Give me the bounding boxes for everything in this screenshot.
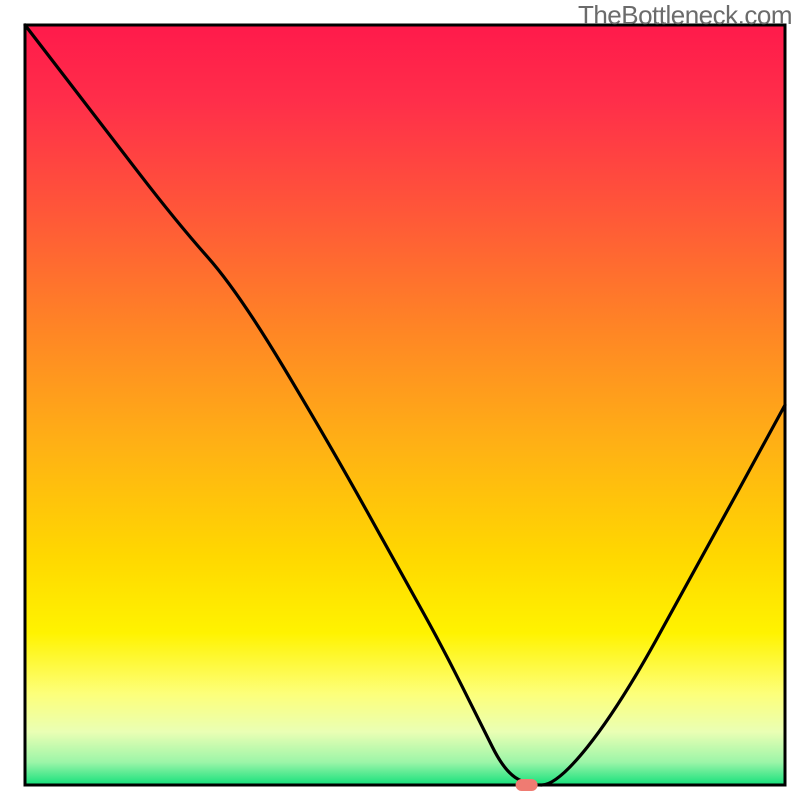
chart-svg	[0, 0, 800, 800]
bottleneck-chart: TheBottleneck.com	[0, 0, 800, 800]
optimal-marker	[516, 779, 538, 791]
plot-background	[25, 25, 785, 785]
watermark-label: TheBottleneck.com	[578, 0, 792, 31]
